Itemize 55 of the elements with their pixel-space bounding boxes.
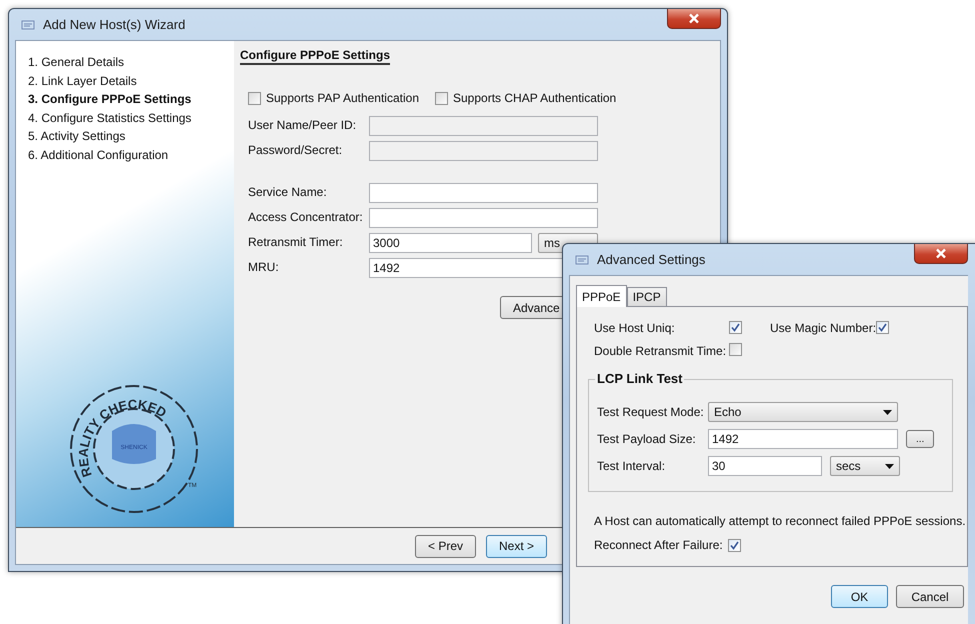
close-icon <box>688 13 700 24</box>
advanced-button[interactable]: Advance <box>500 296 565 319</box>
wizard-step[interactable]: 5. Activity Settings <box>28 127 126 146</box>
checkbox[interactable] <box>248 92 261 104</box>
close-button[interactable] <box>914 244 968 264</box>
wizard-step[interactable]: 6. Additional Configuration <box>28 146 168 165</box>
close-icon <box>935 248 947 259</box>
browse-button[interactable]: ... <box>906 430 934 448</box>
checkbox-label: Double Retransmit Time: <box>594 344 728 358</box>
caret-icon <box>883 410 892 414</box>
input-field[interactable]: 1492 <box>708 429 898 449</box>
input-field[interactable]: 30 <box>708 456 822 476</box>
section-heading: Configure PPPoE Settings <box>240 48 390 65</box>
unit-dropdown[interactable]: secs <box>830 456 900 476</box>
field-label: Service Name: <box>248 184 328 199</box>
close-button[interactable] <box>667 9 721 29</box>
dialog-button[interactable]: Cancel <box>896 585 964 608</box>
window-title: Add New Host(s) Wizard <box>43 17 186 32</box>
nav-button[interactable]: < Prev <box>415 534 476 558</box>
checkbox[interactable] <box>435 92 448 104</box>
checkbox[interactable] <box>728 538 741 552</box>
window-icon <box>21 19 35 30</box>
field-label: User Name/Peer ID: <box>248 117 358 132</box>
info-text: A Host can automatically attempt to reconnect failed PPPoE sessions. <box>594 514 967 528</box>
field-label: Test Interval: <box>597 459 666 473</box>
checkbox-label: Supports PAP Authentication <box>266 91 419 105</box>
wizard-step[interactable]: 4. Configure Statistics Settings <box>28 108 192 128</box>
wizard-step[interactable]: 2. Link Layer Details <box>28 72 137 90</box>
group-title: LCP Link Test <box>595 371 684 386</box>
field-label: Test Request Mode: <box>597 405 705 419</box>
nav-button[interactable]: Next > <box>486 534 548 558</box>
input-field[interactable] <box>369 183 598 203</box>
input-field[interactable] <box>369 208 598 228</box>
window-icon <box>575 254 589 265</box>
checkbox-label: Use Magic Number: <box>770 321 876 335</box>
field-label: Access Concentrator: <box>248 209 364 224</box>
caret-icon <box>885 464 894 468</box>
wizard-step[interactable]: 1. General Details <box>28 53 124 72</box>
checkbox[interactable] <box>729 343 742 356</box>
mode-dropdown[interactable]: Echo <box>708 402 898 422</box>
checkbox[interactable] <box>876 321 890 334</box>
tab[interactable]: IPCP <box>626 287 667 306</box>
checkbox-label: Reconnect After Failure: <box>594 538 723 552</box>
field-label: Retransmit Timer: <box>248 234 344 249</box>
field-label: Test Payload Size: <box>597 432 697 446</box>
tab[interactable]: PPPoE <box>576 285 627 307</box>
dialog-button[interactable]: OK <box>831 585 888 608</box>
checkbox-label: Supports CHAP Authentication <box>453 91 616 105</box>
wizard-step[interactable]: 3. Configure PPPoE Settings <box>28 90 192 109</box>
checkbox-label: Use Host Uniq: <box>594 321 676 335</box>
checkbox[interactable] <box>729 321 742 334</box>
field-label: MRU: <box>248 259 280 274</box>
window-title: Advanced Settings <box>597 252 706 267</box>
input-field[interactable]: 3000 <box>369 233 532 253</box>
field-label: Password/Secret: <box>248 142 344 157</box>
